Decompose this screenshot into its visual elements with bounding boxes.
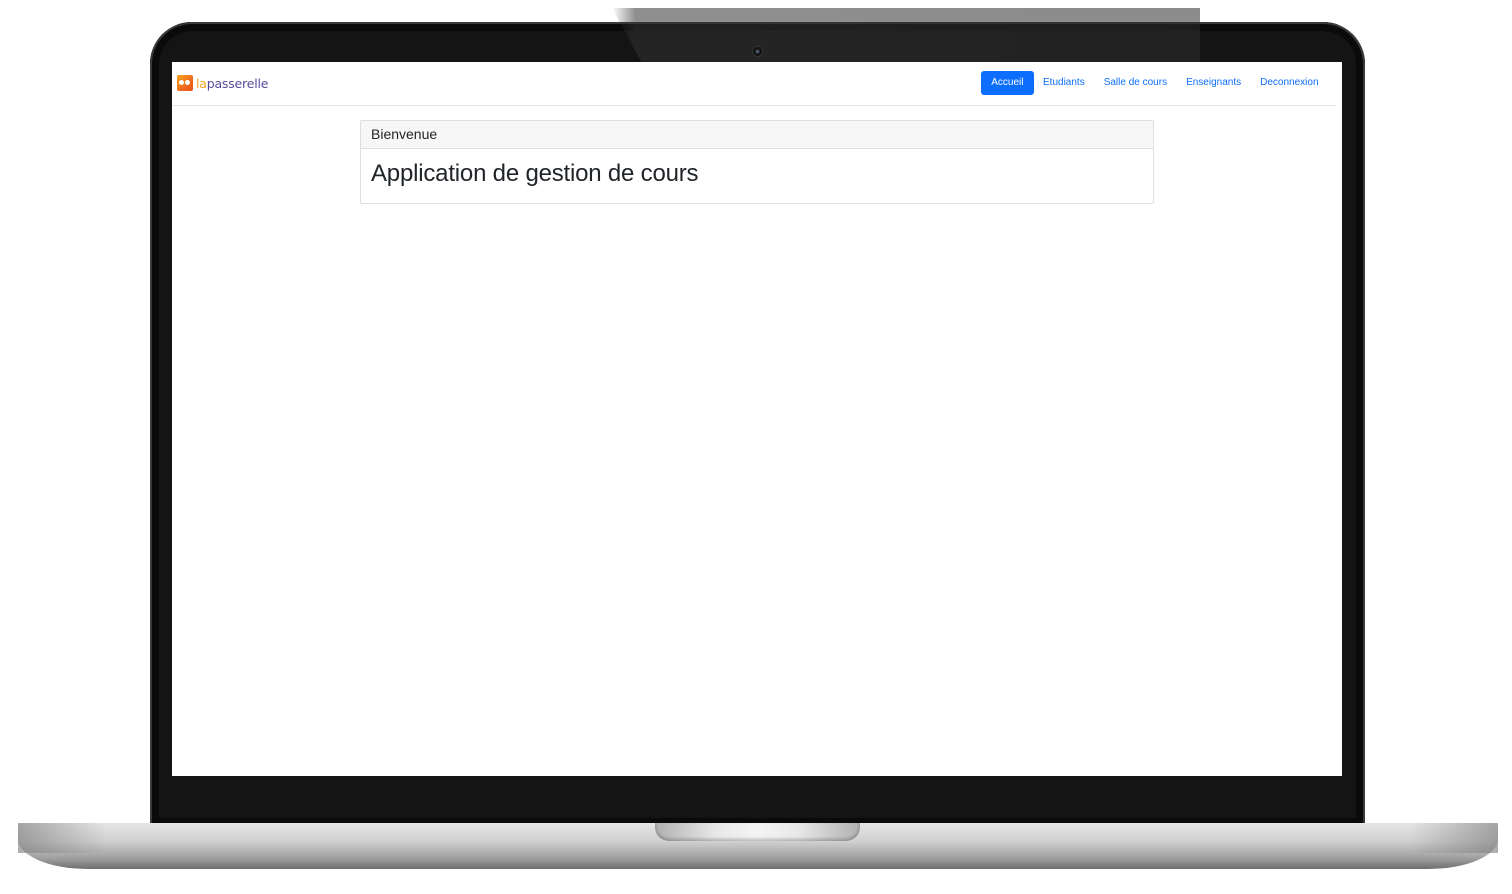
card-title: Application de gestion de cours — [371, 160, 699, 187]
lapasserelle-logo-icon — [177, 75, 193, 91]
lid-reflection — [612, 8, 1200, 62]
webcam-icon — [753, 47, 762, 56]
card-header: Bienvenue — [361, 121, 1153, 149]
laptop-opening-notch — [655, 823, 860, 841]
main-nav: Accueil Etudiants Salle de cours Enseign… — [981, 71, 1328, 95]
brand-name-prefix: la — [196, 75, 207, 91]
browser-viewport: lapasserelle Accueil Etudiants Salle de … — [172, 62, 1342, 776]
laptop-frame: lapasserelle Accueil Etudiants Salle de … — [0, 0, 1512, 894]
brand-link[interactable]: lapasserelle — [177, 74, 268, 92]
welcome-card: Bienvenue Application de gestion de cour… — [360, 120, 1154, 204]
brand-name: lapasserelle — [196, 76, 268, 91]
nav-item-accueil[interactable]: Accueil — [981, 71, 1034, 95]
brand-name-rest: passerelle — [206, 75, 269, 91]
nav-item-deconnexion[interactable]: Deconnexion — [1251, 71, 1328, 95]
nav-item-etudiants[interactable]: Etudiants — [1034, 71, 1095, 95]
top-navbar: lapasserelle Accueil Etudiants Salle de … — [172, 62, 1336, 106]
nav-item-salle-de-cours[interactable]: Salle de cours — [1094, 71, 1176, 95]
nav-item-enseignants[interactable]: Enseignants — [1177, 71, 1251, 95]
